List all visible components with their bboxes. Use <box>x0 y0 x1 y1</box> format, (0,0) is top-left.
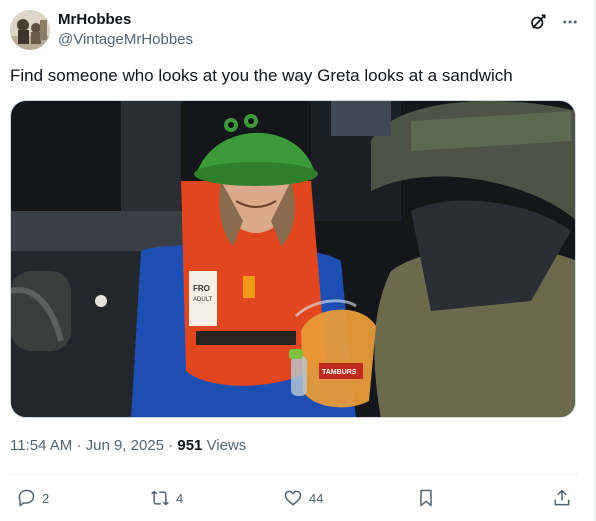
retweet-button[interactable]: 4 <box>150 486 183 510</box>
avatar[interactable] <box>10 10 50 50</box>
like-button[interactable]: 44 <box>283 486 323 510</box>
like-icon <box>284 490 302 506</box>
share-button[interactable] <box>552 486 572 510</box>
more-icon[interactable] <box>560 12 580 32</box>
reply-button[interactable]: 2 <box>16 486 49 510</box>
reply-count: 2 <box>42 490 50 506</box>
meta-separator: · <box>168 437 174 454</box>
meta-separator: · <box>76 437 82 454</box>
tweet-photo[interactable]: FRO ADULT TAMBURS <box>10 100 576 418</box>
reply-icon <box>18 489 35 507</box>
tweet-text: Find someone who looks at you the way Gr… <box>10 66 513 85</box>
views-label: Views <box>206 437 247 454</box>
action-bar: 2 4 44 <box>10 486 580 510</box>
tweet-time[interactable]: 11:54 AM <box>10 437 72 454</box>
tweet-header: MrHobbes @VintageMrHobbes <box>10 8 580 52</box>
user-handle[interactable]: @VintageMrHobbes <box>58 30 193 50</box>
display-name[interactable]: MrHobbes <box>58 10 193 30</box>
author-names: MrHobbes @VintageMrHobbes <box>58 10 193 50</box>
tweet-meta: 11:54 AM · Jun 9, 2025 · 951 Views <box>10 436 246 456</box>
retweet-icon <box>151 490 169 506</box>
tweet-date[interactable]: Jun 9, 2025 <box>86 437 164 454</box>
share-icon <box>554 489 570 506</box>
divider <box>10 474 580 475</box>
vest-label-2: ADULT <box>193 297 213 303</box>
bookmark-icon <box>420 489 432 507</box>
header-icons <box>528 12 580 32</box>
views-count: 951 <box>177 437 203 454</box>
bag-label: TAMBURS <box>322 369 357 376</box>
photo-scene: FRO ADULT TAMBURS <box>11 101 575 417</box>
tweet-card: MrHobbes @VintageMrHobbes Find someone w… <box>0 0 596 521</box>
grok-icon[interactable] <box>528 12 548 32</box>
avatar-image <box>10 10 50 50</box>
retweet-count: 4 <box>176 490 184 506</box>
bookmark-button[interactable] <box>416 486 436 510</box>
like-count: 44 <box>309 490 324 506</box>
vest-label-1: FRO <box>193 284 210 293</box>
